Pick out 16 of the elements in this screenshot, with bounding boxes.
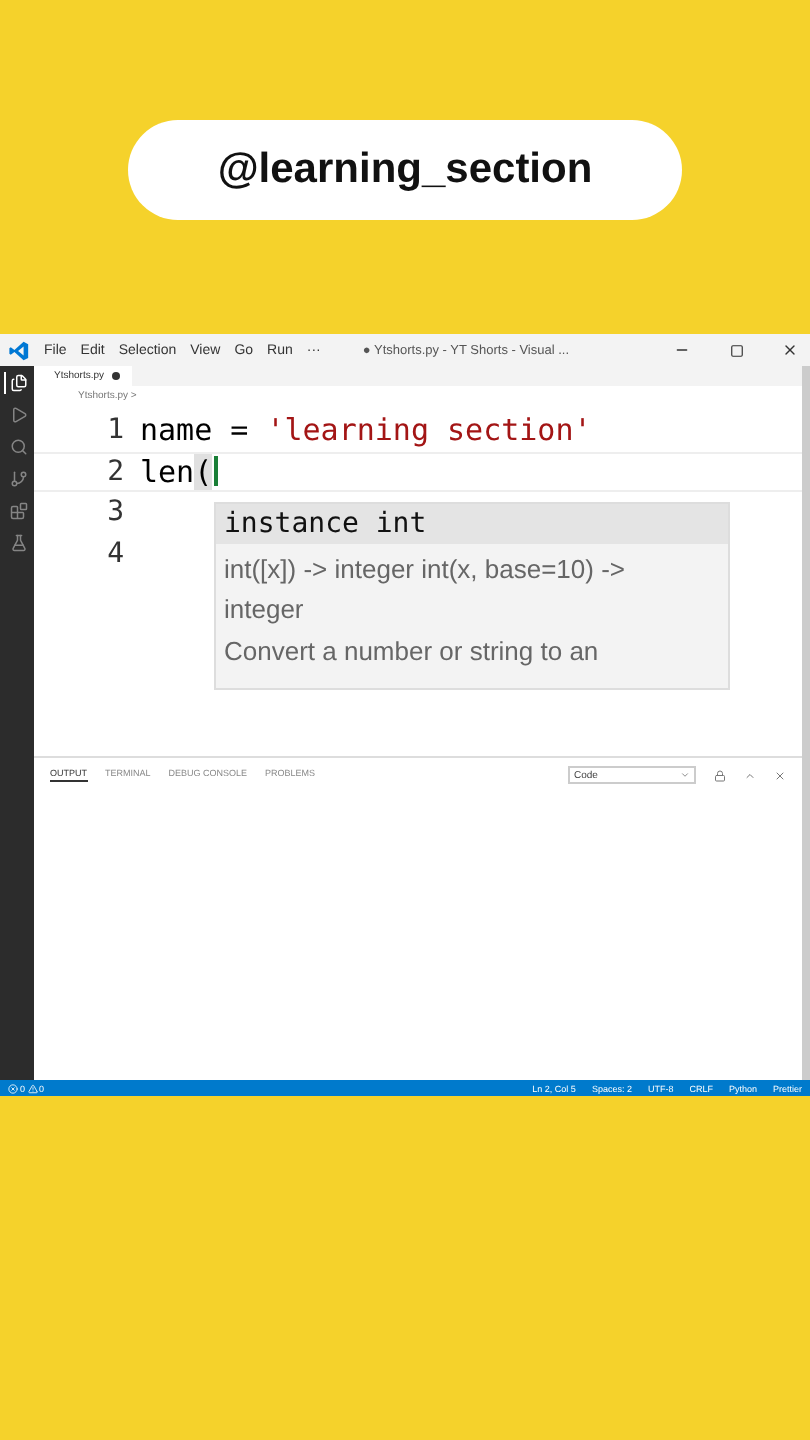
- line-number: 2: [105, 455, 126, 488]
- string-literal: 'learning section': [266, 412, 592, 449]
- chevron-down-icon: [680, 770, 690, 780]
- line-number: 4: [105, 537, 126, 570]
- signature-text: int([x]) -> integer int(x, base=10) -> integer: [222, 552, 628, 628]
- line-number: 3: [105, 496, 126, 529]
- files-icon[interactable]: [3, 372, 31, 394]
- doc-text: Convert a number or string to an: [222, 634, 601, 666]
- code-token: name =: [140, 412, 251, 449]
- lock-icon[interactable]: [714, 769, 726, 781]
- handle-banner: @learning_section: [128, 120, 682, 220]
- suggestion-item[interactable]: instance int: [216, 504, 728, 544]
- code-token: len: [140, 453, 195, 490]
- line-number: 1: [105, 414, 126, 447]
- app-logo-icon: [8, 339, 30, 361]
- bracket-token: (: [194, 453, 213, 490]
